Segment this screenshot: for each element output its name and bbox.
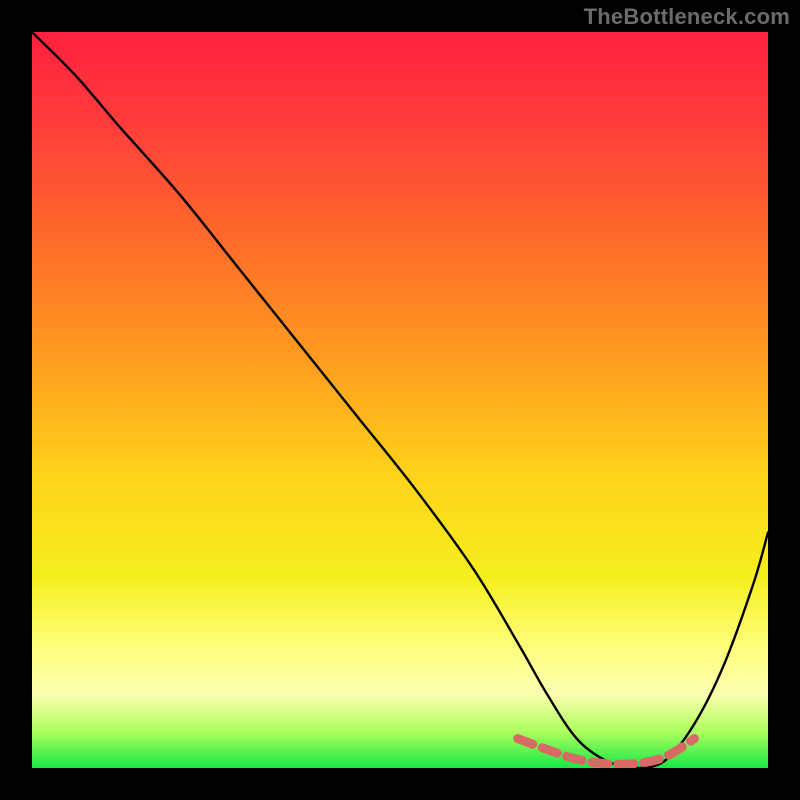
watermark-text: TheBottleneck.com bbox=[584, 4, 790, 30]
plot-background bbox=[32, 32, 768, 768]
plot-area bbox=[32, 32, 768, 768]
chart-frame: TheBottleneck.com bbox=[0, 0, 800, 800]
chart-svg bbox=[32, 32, 768, 768]
